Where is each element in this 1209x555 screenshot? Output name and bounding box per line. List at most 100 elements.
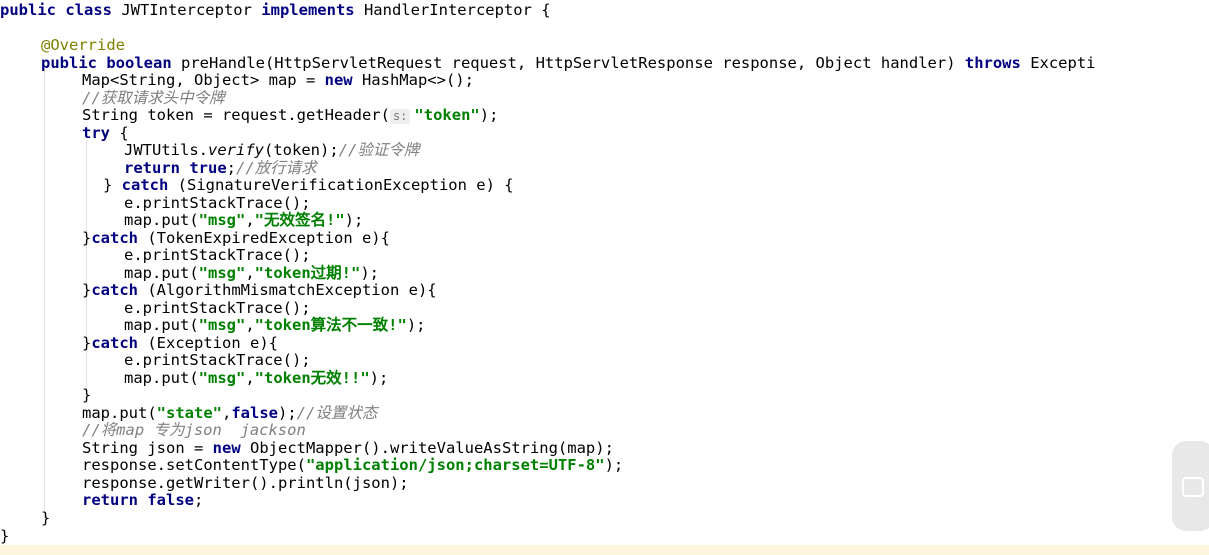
code-text: { [110,124,129,142]
code-string: "token算法不一致!" [254,316,407,334]
code-text: ); [406,316,426,334]
code-line: String token = request.getHeader(s: "toke… [82,106,498,124]
code-keyword: throws [964,54,1021,72]
code-keyword: catch [91,281,139,299]
code-line: response.getWriter().println(json); [82,474,409,492]
code-text: (Exception e){ [138,334,278,352]
code-text: (AlgorithmMismatchException e){ [138,281,437,299]
code-text: , [245,264,255,282]
code-keyword: return true [124,159,227,177]
code-text: ); [479,106,499,124]
code-text: , [245,369,255,387]
code-line: }catch (Exception e){ [82,334,278,352]
code-text: , [245,211,255,229]
code-text: HandlerInterceptor { [354,1,551,19]
code-line: Map<String, Object> map = new HashMap<>(… [82,71,474,89]
code-text: JWTInterceptor [111,1,262,19]
code-keyword: new [324,71,353,89]
code-line: String json = new ObjectMapper().writeVa… [82,439,614,457]
code-keyword: catch [91,229,139,247]
code-comment: //放行请求 [236,159,317,177]
code-keyword: false [231,404,278,422]
code-comment: //设置状态 [296,404,378,422]
code-text: HashMap<>(); [352,71,474,89]
chat-bubble-icon[interactable] [1172,441,1209,531]
code-keyword: try [82,124,110,142]
code-string: "state" [156,404,222,422]
code-text: String token = request.getHeader( [82,106,390,124]
code-string: "msg" [198,316,246,334]
code-line: e.printStackTrace(); [124,194,311,212]
parameter-hint: s: [389,109,411,124]
code-line: } [41,509,50,527]
code-text: (SignatureVerificationException e) { [168,176,514,194]
code-comment: //获取请求头中令牌 [82,89,225,107]
code-keyword: return false [82,491,194,509]
code-text: } [41,509,51,527]
code-text: } [82,386,92,404]
code-text: Map<String, Object> map = [82,71,325,89]
code-text: ); [278,404,297,422]
code-text: (token); [264,141,339,159]
code-string: "无效签名!" [254,211,345,229]
code-string: "msg" [198,211,246,229]
code-line: map.put("state",false);//设置状态 [82,404,377,422]
code-line: e.printStackTrace(); [124,351,311,369]
code-line: @Override [41,36,125,54]
code-text: } [103,176,122,194]
code-text: e.printStackTrace(); [124,246,311,264]
code-text: String json = [82,439,213,457]
code-text: e.printStackTrace(); [124,299,311,317]
code-line: } catch (SignatureVerificationException … [103,176,514,194]
code-text: JWTUtils. [124,141,208,159]
code-line: //将map 专为json jackson [82,421,306,439]
code-line: JWTUtils.verify(token);//验证令牌 [124,141,419,159]
code-line: map.put("msg","无效签名!"); [124,211,363,229]
code-text: } [82,229,92,247]
code-text: preHandle(HttpServletRequest request, Ht… [171,54,965,72]
code-text: } [82,334,92,352]
code-text: ObjectMapper().writeValueAsString(map); [240,439,614,457]
code-text: map.put( [124,369,199,387]
code-text: map.put( [124,316,199,334]
code-text: } [82,281,92,299]
code-line: }catch (TokenExpiredException e){ [82,229,390,247]
code-line: //获取请求头中令牌 [82,89,225,107]
code-keyword: implements [261,1,355,19]
code-keyword: public class [0,1,112,19]
code-text: , [221,404,232,422]
code-text: ; [193,491,204,509]
code-annotation: @Override [41,36,125,54]
code-line: public boolean preHandle(HttpServletRequ… [41,54,1096,72]
code-string: "msg" [198,369,246,387]
code-string: "msg" [198,264,246,282]
code-keyword: new [212,439,241,457]
code-string: "token" [414,106,480,124]
code-text: response.setContentType( [82,456,306,474]
code-line: e.printStackTrace(); [124,299,311,317]
code-line: } [82,386,91,404]
code-line: } [0,527,9,545]
code-line: map.put("msg","token无效!!"); [124,369,388,387]
code-line: return false; [82,491,203,509]
current-line-highlight [0,545,1209,555]
code-text: ; [226,159,236,177]
code-text: (TokenExpiredException e){ [138,229,390,247]
code-keyword: public boolean [41,54,172,72]
code-line: return true;//放行请求 [124,159,317,177]
code-line: map.put("msg","token算法不一致!"); [124,316,426,334]
code-editor[interactable]: public class JWTInterceptor implements H… [0,0,1209,555]
code-text: ); [344,211,364,229]
code-text: response.getWriter().println(json); [82,474,409,492]
code-text: map.put( [124,264,199,282]
code-string: "token过期!" [254,264,361,282]
code-comment: //将map 专为json jackson [82,421,306,439]
chat-glyph-icon [1182,477,1204,497]
code-string: "application/json;charset=UTF-8" [305,456,605,474]
code-text: map.put( [82,404,157,422]
code-text: } [0,527,10,545]
code-static-method: verify [208,141,264,159]
code-text: Excepti [1020,54,1096,72]
code-text: ); [369,369,389,387]
code-text: e.printStackTrace(); [124,194,311,212]
